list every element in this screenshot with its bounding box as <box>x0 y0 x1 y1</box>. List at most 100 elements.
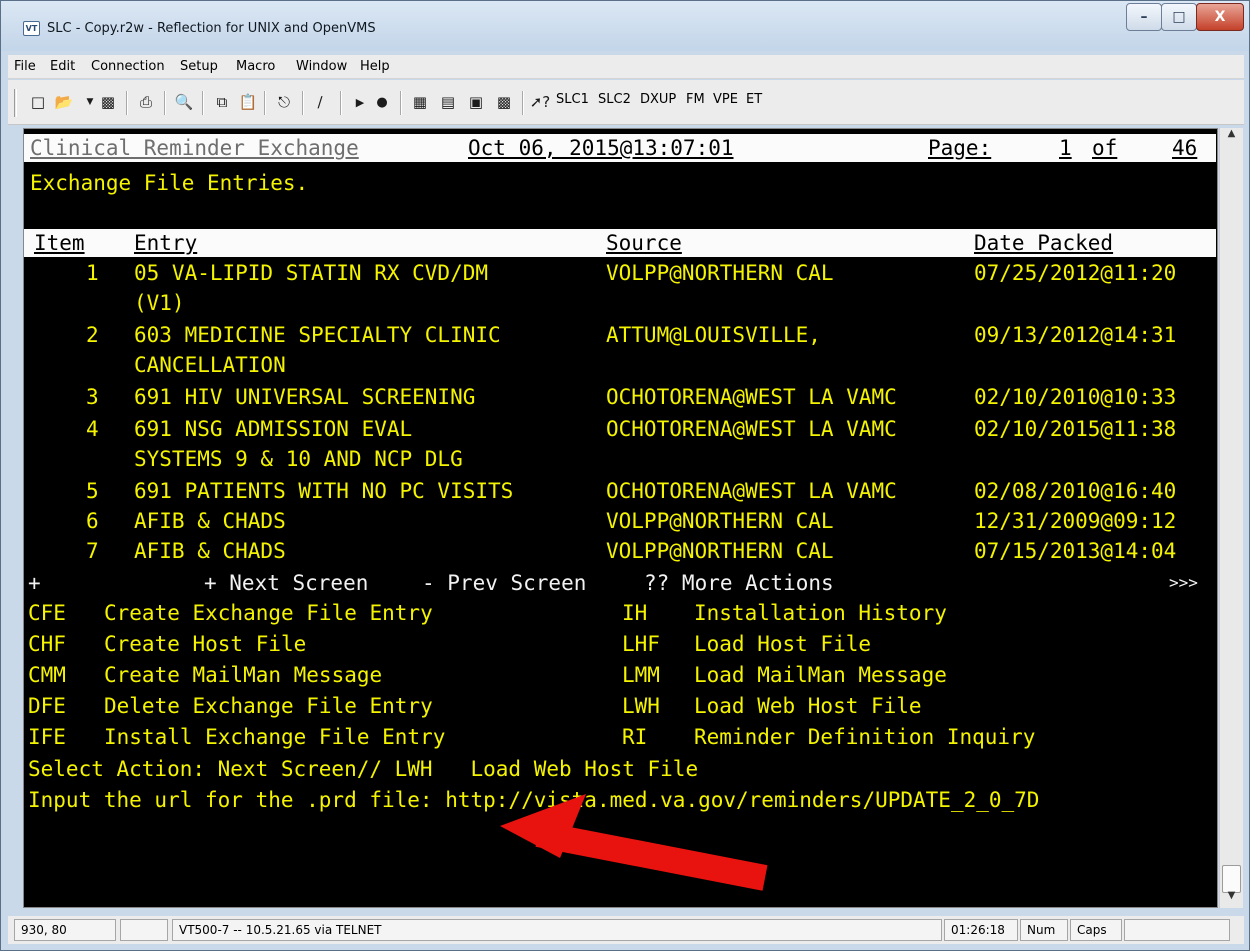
action-label: Load Web Host File <box>694 694 922 718</box>
toolbar-separator <box>164 91 166 115</box>
header-bar: Clinical Reminder Exchange Oct 06, 2015@… <box>24 134 1216 162</box>
menu-help[interactable]: Help <box>360 59 390 74</box>
scroll-down-icon[interactable]: ▼ <box>1220 890 1243 910</box>
menu-edit[interactable]: Edit <box>50 59 75 74</box>
navigation-line: + + Next Screen - Prev Screen ?? More Ac… <box>24 569 1216 597</box>
new-icon[interactable]: □ <box>26 91 50 113</box>
display-icon[interactable]: ▣ <box>464 91 488 113</box>
nav-more-actions[interactable]: ?? More Actions <box>644 569 834 597</box>
column-header-bar: Item Entry Source Date Packed <box>24 229 1216 257</box>
toolbar-separator <box>202 91 204 115</box>
action-row[interactable]: DFE Delete Exchange File Entry LWH Load … <box>24 692 1216 720</box>
nav-next-screen[interactable]: + Next Screen <box>204 569 368 597</box>
page-total: 46 <box>1172 136 1198 160</box>
title-bar: VT SLC - Copy.r2w - Reflection for UNIX … <box>1 1 1249 51</box>
action-label: Installation History <box>694 601 947 625</box>
action-label: Create Host File <box>104 632 307 656</box>
col-item: Item <box>34 231 85 255</box>
table-row[interactable]: 6 AFIB & CHADS VOLPP@NORTHERN CAL 12/31/… <box>24 507 1216 535</box>
table-row[interactable]: 3 691 HIV UNIVERSAL SCREENING OCHOTORENA… <box>24 383 1216 411</box>
menu-window[interactable]: Window <box>296 59 347 74</box>
action-code: IH <box>622 601 648 625</box>
open-icon[interactable]: 📂 <box>52 91 76 113</box>
menu-file[interactable]: File <box>14 59 36 74</box>
macro-dxup-button[interactable]: DXUP <box>640 92 676 107</box>
copy-icon[interactable]: ⧉ <box>210 91 234 113</box>
play-icon[interactable]: ▶ <box>348 91 372 113</box>
action-row[interactable]: IFE Install Exchange File Entry RI Remin… <box>24 723 1216 751</box>
nav-plus: + <box>28 571 41 595</box>
action-row[interactable]: CFE Create Exchange File Entry IH Instal… <box>24 599 1216 627</box>
paste-icon[interactable]: 📋 <box>236 91 260 113</box>
action-label: Install Exchange File Entry <box>104 725 446 749</box>
screen-title: Clinical Reminder Exchange <box>30 136 359 160</box>
num-lock-indicator: Num <box>1020 919 1068 941</box>
action-label: Create MailMan Message <box>104 663 383 687</box>
page-label: Page: <box>928 136 992 160</box>
toolbar-grip <box>14 89 17 117</box>
table-row[interactable]: 4 691 NSG ADMISSION EVAL OCHOTORENA@WEST… <box>24 415 1216 443</box>
table-row-continuation: (V1) <box>134 291 185 315</box>
action-label: Reminder Definition Inquiry <box>694 725 1036 749</box>
app-icon: VT <box>23 21 40 36</box>
screen-date: Oct 06, 2015@13:07:01 <box>468 136 734 160</box>
action-row[interactable]: CHF Create Host File LHF Load Host File <box>24 630 1216 658</box>
table-row[interactable]: 7 AFIB & CHADS VOLPP@NORTHERN CAL 07/15/… <box>24 537 1216 565</box>
close-button[interactable]: X <box>1196 3 1244 31</box>
menu-bar: File Edit Connection Setup Macro Window … <box>8 55 1244 79</box>
record-icon[interactable]: ● <box>370 91 394 113</box>
connect-icon[interactable]: ⎋ <box>272 91 296 113</box>
color-icon[interactable]: ▩ <box>492 91 516 113</box>
action-label: Load Host File <box>694 632 872 656</box>
action-code: IFE <box>28 725 66 749</box>
page-number: 1 <box>1059 136 1072 160</box>
action-row[interactable]: CMM Create MailMan Message LMM Load Mail… <box>24 661 1216 689</box>
menu-macro[interactable]: Macro <box>236 59 275 74</box>
macro-slc2-button[interactable]: SLC2 <box>598 92 631 107</box>
action-code: CFE <box>28 601 66 625</box>
nav-prev-screen[interactable]: - Prev Screen <box>422 569 586 597</box>
action-label: Create Exchange File Entry <box>104 601 433 625</box>
caps-lock-indicator: Caps <box>1070 919 1122 941</box>
url-input-prompt[interactable]: Input the url for the .prd file: http://… <box>24 786 1216 814</box>
print-icon[interactable]: ⎙ <box>134 91 158 113</box>
maximize-button[interactable]: □ <box>1161 3 1197 31</box>
disconnect-icon[interactable]: ∕ <box>308 91 332 113</box>
vertical-scrollbar[interactable]: ▲ ▼ <box>1219 128 1243 908</box>
help-icon[interactable]: ➚? <box>528 91 552 113</box>
nav-more-indicator: >>> <box>1169 573 1198 592</box>
table-row[interactable]: 5 691 PATIENTS WITH NO PC VISITS OCHOTOR… <box>24 477 1216 505</box>
keyboard-icon[interactable]: ▤ <box>436 91 460 113</box>
macro-fm-button[interactable]: FM <box>686 92 705 107</box>
action-code: LWH <box>622 694 660 718</box>
save-icon[interactable]: ▩ <box>96 91 120 113</box>
settings-icon[interactable]: ▦ <box>408 91 432 113</box>
macro-et-button[interactable]: ET <box>746 92 762 107</box>
toolbar-separator <box>340 91 342 115</box>
action-label: Delete Exchange File Entry <box>104 694 433 718</box>
status-panel-empty <box>120 919 168 941</box>
action-label: Load MailMan Message <box>694 663 947 687</box>
col-source: Source <box>606 231 682 255</box>
action-code: DFE <box>28 694 66 718</box>
macro-slc1-button[interactable]: SLC1 <box>556 92 589 107</box>
scrollbar-thumb[interactable] <box>1222 865 1241 893</box>
select-action-prompt: Select Action: Next Screen// LWH Load We… <box>28 757 699 781</box>
col-date-packed: Date Packed <box>974 231 1114 255</box>
action-code: RI <box>622 725 648 749</box>
action-code: CHF <box>28 632 66 656</box>
menu-setup[interactable]: Setup <box>180 59 218 74</box>
toolbar-separator <box>302 91 304 115</box>
menu-connection[interactable]: Connection <box>91 59 165 74</box>
action-code: CMM <box>28 663 66 687</box>
scroll-up-icon[interactable]: ▲ <box>1220 128 1243 148</box>
table-row[interactable]: 2 603 MEDICINE SPECIALTY CLINIC ATTUM@LO… <box>24 321 1216 349</box>
macro-vpe-button[interactable]: VPE <box>713 92 738 107</box>
table-row[interactable]: 1 05 VA-LIPID STATIN RX CVD/DM VOLPP@NOR… <box>24 259 1216 287</box>
find-icon[interactable]: 🔍 <box>172 91 196 113</box>
page-of: of <box>1092 136 1118 160</box>
terminal-info: VT500-7 -- 10.5.21.65 via TELNET <box>172 919 942 941</box>
minimize-button[interactable]: – <box>1126 3 1162 31</box>
clock: 01:26:18 <box>944 919 1018 941</box>
terminal-screen[interactable]: Clinical Reminder Exchange Oct 06, 2015@… <box>23 128 1218 908</box>
